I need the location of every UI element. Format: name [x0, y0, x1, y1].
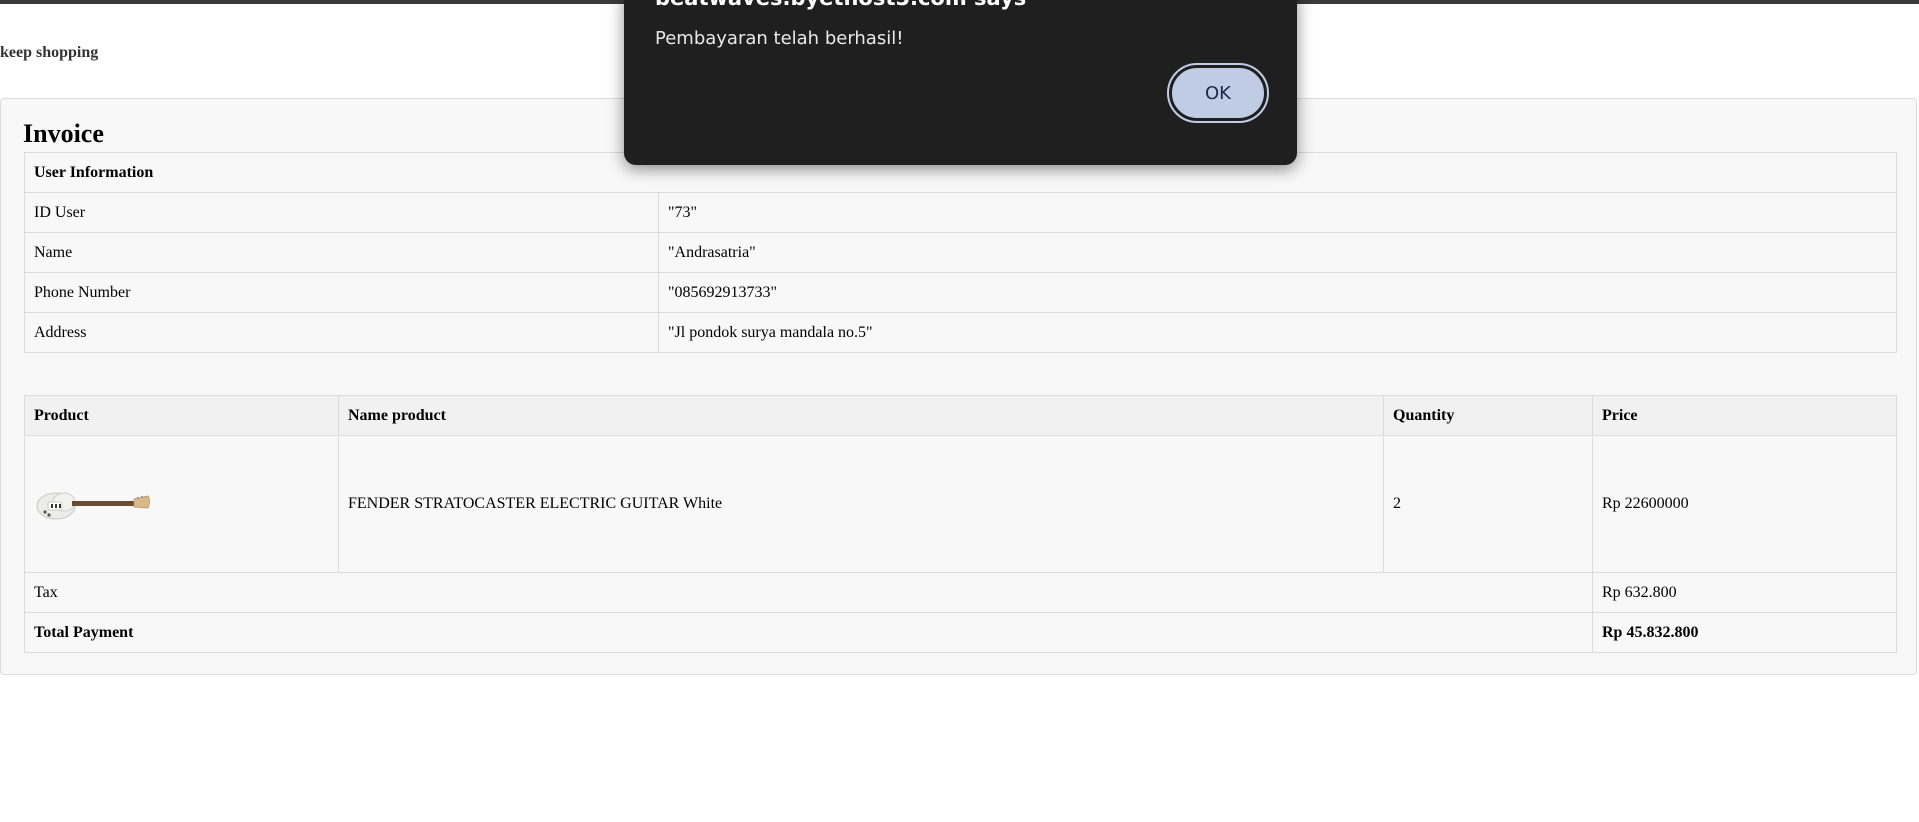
id-user-label: ID User: [24, 192, 659, 233]
alert-dialog: beatwaves.byethost5.com says Pembayaran …: [624, 0, 1297, 165]
total-payment-value: Rp 45.832.800: [1592, 612, 1897, 653]
address-value: "Jl pondok surya mandala no.5": [658, 312, 1897, 353]
product-header-row: Product Name product Quantity Price: [24, 395, 1897, 436]
total-row: Total Payment Rp 45.832.800: [24, 612, 1897, 653]
phone-label: Phone Number: [24, 272, 659, 313]
product-column-header: Product: [24, 395, 339, 436]
alert-message: Pembayaran telah berhasil!: [655, 28, 904, 49]
id-user-value: "73": [658, 192, 1897, 233]
invoice-container: Invoice User Information ID User "73" Na…: [0, 98, 1917, 675]
name-value: "Andrasatria": [658, 232, 1897, 273]
table-row: FENDER STRATOCASTER ELECTRIC GUITAR Whit…: [24, 435, 1897, 573]
name-product-column-header: Name product: [338, 395, 1384, 436]
tax-value: Rp 632.800: [1592, 572, 1897, 613]
product-price-cell: Rp 22600000: [1592, 435, 1897, 573]
table-row: Address "Jl pondok surya mandala no.5": [24, 312, 1897, 353]
quantity-column-header: Quantity: [1383, 395, 1593, 436]
product-image-cell: [24, 435, 339, 573]
keep-shopping-link[interactable]: keep shopping: [0, 44, 98, 62]
table-row: Phone Number "085692913733": [24, 272, 1897, 313]
name-label: Name: [24, 232, 659, 273]
alert-title: beatwaves.byethost5.com says: [655, 0, 1026, 10]
product-name-cell: FENDER STRATOCASTER ELECTRIC GUITAR Whit…: [338, 435, 1384, 573]
tax-row: Tax Rp 632.800: [24, 572, 1897, 613]
price-column-header: Price: [1592, 395, 1897, 436]
table-row: Name "Andrasatria": [24, 232, 1897, 273]
phone-value: "085692913733": [658, 272, 1897, 313]
table-row: ID User "73": [24, 192, 1897, 233]
invoice-title: Invoice: [23, 119, 104, 148]
user-info-table: User Information ID User "73" Name "Andr…: [24, 152, 1897, 353]
tax-label: Tax: [24, 572, 1593, 613]
ok-button[interactable]: OK: [1167, 63, 1269, 123]
total-payment-label: Total Payment: [24, 612, 1593, 653]
address-label: Address: [24, 312, 659, 353]
electric-guitar-image: [36, 492, 150, 520]
product-table: Product Name product Quantity Price FEND…: [24, 395, 1897, 653]
product-quantity-cell: 2: [1383, 435, 1593, 573]
